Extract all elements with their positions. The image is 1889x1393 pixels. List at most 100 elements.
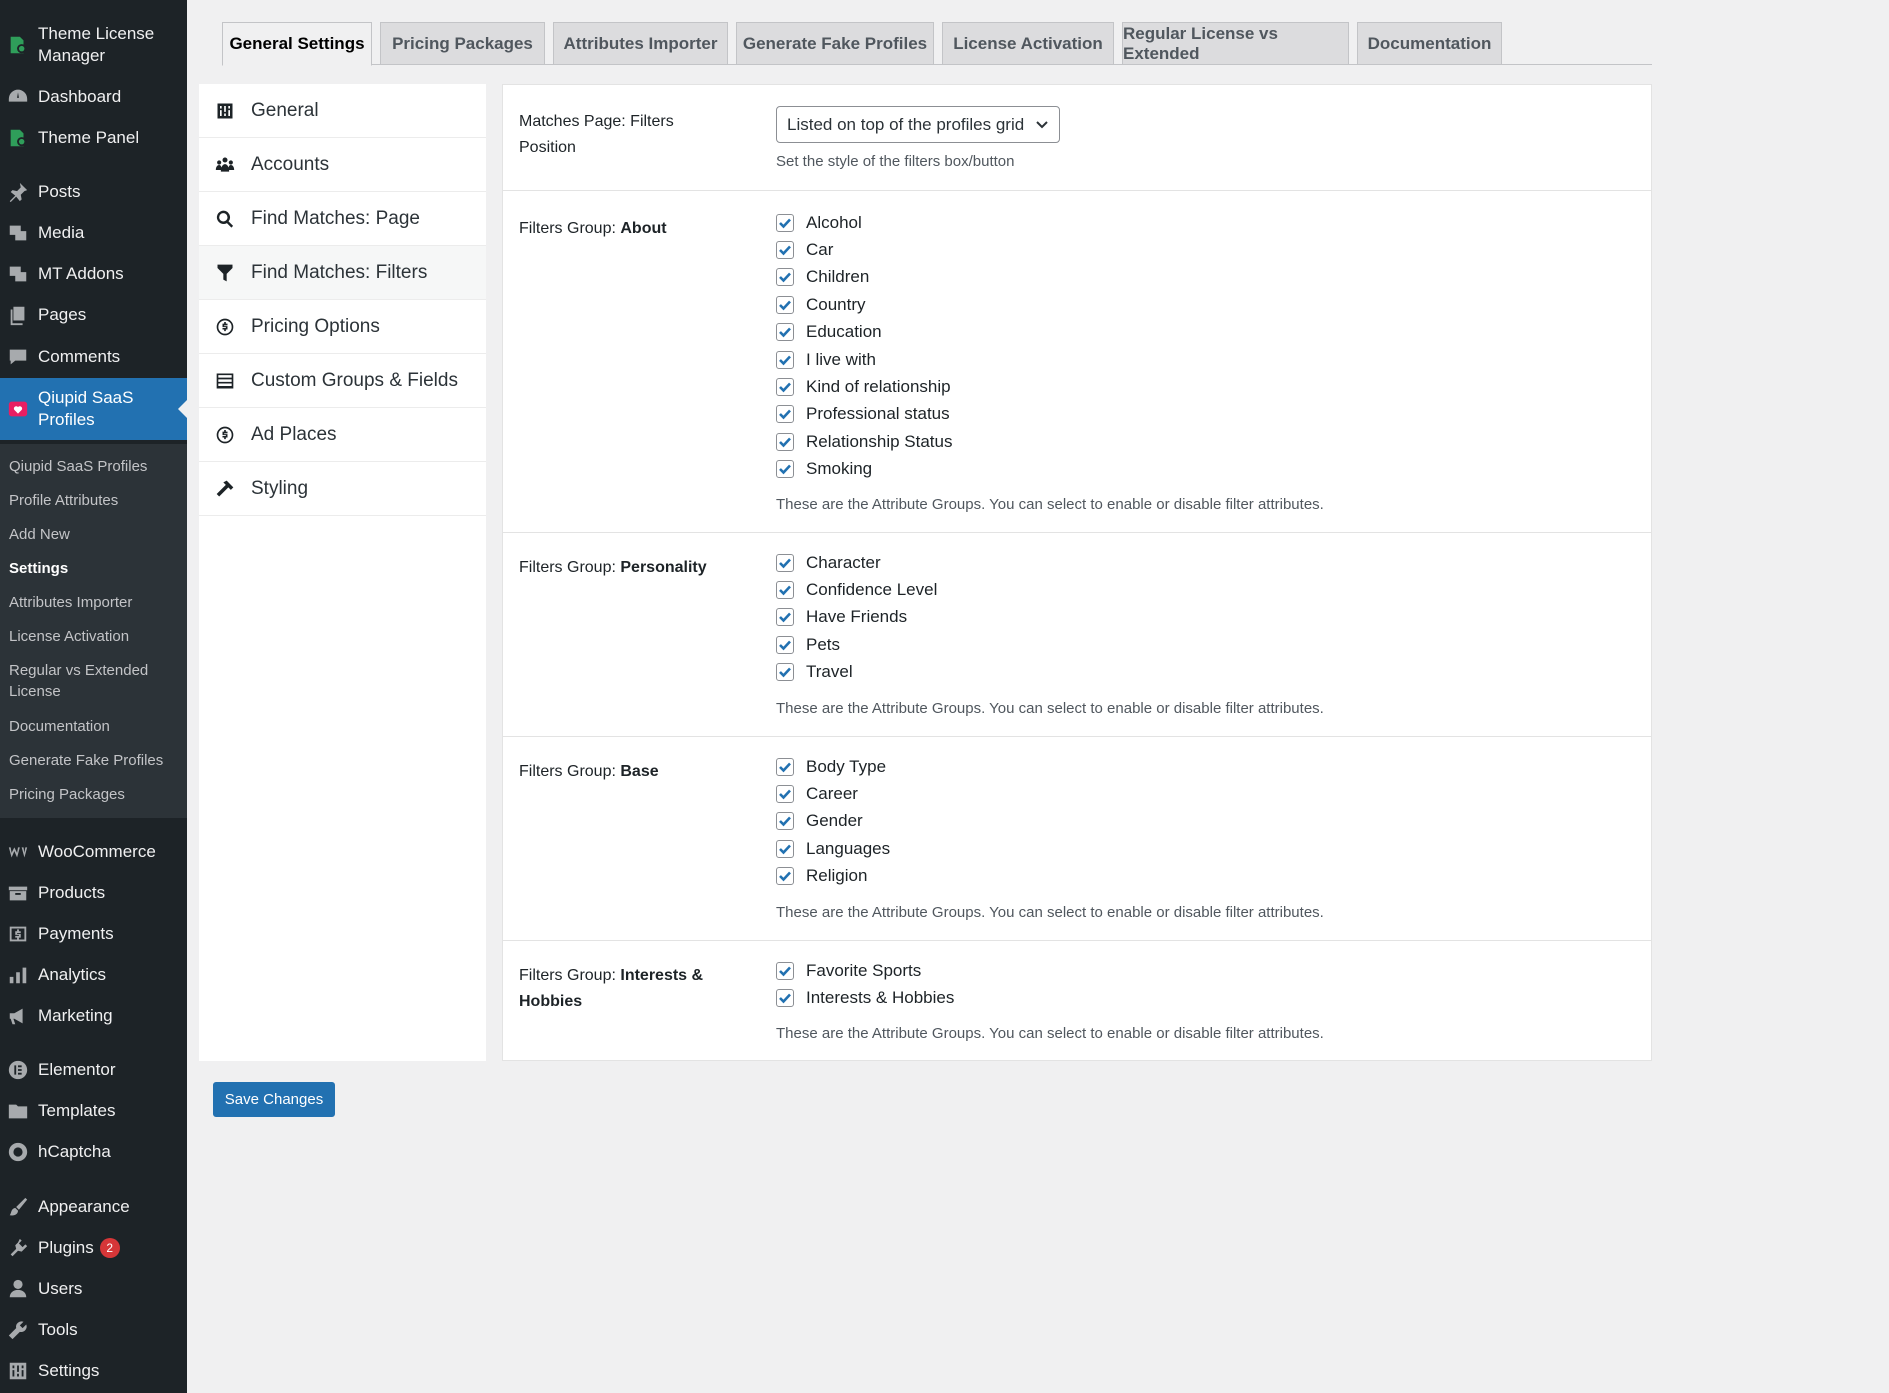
filters-position-label: Matches Page: Filters Position bbox=[519, 113, 674, 156]
menu-settings[interactable]: Settings bbox=[0, 1358, 187, 1384]
admin-sidebar: Theme License Manager Dashboard Theme Pa… bbox=[0, 0, 187, 1393]
nav-general[interactable]: General bbox=[199, 84, 486, 138]
checkbox-checked[interactable] bbox=[776, 867, 794, 886]
theme-license-icon bbox=[4, 31, 32, 59]
checkbox-checked[interactable] bbox=[776, 812, 794, 831]
brush-icon bbox=[4, 1193, 32, 1221]
checkbox-item: Confidence Level bbox=[776, 576, 937, 603]
menu-hcaptcha[interactable]: hCaptcha bbox=[0, 1139, 187, 1165]
checkbox-item: Favorite Sports bbox=[776, 957, 954, 984]
comments-icon bbox=[4, 343, 32, 371]
tab-documentation[interactable]: Documentation bbox=[1357, 22, 1502, 65]
current-menu-arrow bbox=[178, 400, 187, 418]
nav-ad-places[interactable]: Ad Places bbox=[199, 408, 486, 462]
tab-regular-license-vs-extended[interactable]: Regular License vs Extended bbox=[1122, 22, 1349, 65]
tab-pricing-packages[interactable]: Pricing Packages bbox=[380, 22, 545, 65]
menu-products[interactable]: Products bbox=[0, 880, 187, 906]
checkbox-checked[interactable] bbox=[776, 785, 794, 804]
menu-pages[interactable]: Pages bbox=[0, 302, 187, 328]
filters-position-description: Set the style of the filters box/button bbox=[776, 153, 1015, 170]
submenu-pricing-packages[interactable]: Pricing Packages bbox=[9, 784, 179, 805]
checkbox-checked[interactable] bbox=[776, 608, 794, 627]
nav-find-matches-page[interactable]: Find Matches: Page bbox=[199, 192, 486, 246]
checkbox-checked[interactable] bbox=[776, 961, 794, 980]
menu-users[interactable]: Users bbox=[0, 1276, 187, 1302]
menu-elementor[interactable]: Elementor bbox=[0, 1057, 187, 1083]
checkbox-checked[interactable] bbox=[776, 989, 794, 1008]
filters-position-select[interactable]: Listed on top of the profiles grid bbox=[776, 106, 1060, 143]
settings-tabs: General Settings Pricing Packages Attrib… bbox=[222, 22, 1652, 66]
checkbox-checked[interactable] bbox=[776, 663, 794, 682]
tab-general-settings[interactable]: General Settings bbox=[222, 22, 372, 66]
checkbox-checked[interactable] bbox=[776, 432, 794, 451]
checkbox-checked[interactable] bbox=[776, 839, 794, 858]
save-changes-button[interactable]: Save Changes bbox=[213, 1082, 335, 1117]
checkbox-checked[interactable] bbox=[776, 241, 794, 260]
submenu-add-new[interactable]: Add New bbox=[9, 524, 179, 545]
theme-panel-icon bbox=[4, 124, 32, 152]
search-icon bbox=[213, 207, 237, 231]
nav-pricing-options[interactable]: Pricing Options bbox=[199, 300, 486, 354]
filters-position-row: Matches Page: Filters Position Listed on… bbox=[503, 85, 1651, 191]
submenu-generate-fake-profiles[interactable]: Generate Fake Profiles bbox=[9, 750, 179, 771]
submenu-profile-attributes[interactable]: Profile Attributes bbox=[9, 490, 179, 511]
menu-tools[interactable]: Tools bbox=[0, 1317, 187, 1343]
menu-posts[interactable]: Posts bbox=[0, 179, 187, 205]
nav-find-matches-filters[interactable]: Find Matches: Filters bbox=[199, 246, 486, 300]
dollar-icon bbox=[213, 315, 237, 339]
personality-checkbox-list: Character Confidence Level Have Friends … bbox=[776, 549, 937, 686]
menu-marketing[interactable]: Marketing bbox=[0, 1003, 187, 1029]
submenu-regular-vs-extended[interactable]: Regular vs Extended License bbox=[9, 660, 179, 702]
checkbox-checked[interactable] bbox=[776, 268, 794, 287]
submenu-attributes-importer[interactable]: Attributes Importer bbox=[9, 592, 179, 613]
checkbox-checked[interactable] bbox=[776, 460, 794, 479]
tab-generate-fake-profiles[interactable]: Generate Fake Profiles bbox=[736, 22, 934, 65]
checkbox-checked[interactable] bbox=[776, 295, 794, 314]
submenu-documentation[interactable]: Documentation bbox=[9, 716, 179, 737]
checkbox-item: Pets bbox=[776, 631, 937, 658]
menu-woocommerce[interactable]: WooCommerce bbox=[0, 839, 187, 865]
menu-mt-addons[interactable]: MT Addons bbox=[0, 261, 187, 287]
filters-group-about: Filters Group: About Alcohol Car Childre… bbox=[503, 191, 1651, 533]
menu-theme-panel[interactable]: Theme Panel bbox=[0, 125, 187, 151]
accounts-icon bbox=[213, 153, 237, 177]
checkbox-checked[interactable] bbox=[776, 757, 794, 776]
menu-theme-license-manager[interactable]: Theme License Manager bbox=[0, 22, 187, 68]
analytics-icon bbox=[4, 961, 32, 989]
tab-license-activation[interactable]: License Activation bbox=[942, 22, 1114, 65]
filter-icon bbox=[213, 261, 237, 285]
dollar-icon bbox=[213, 423, 237, 447]
checkbox-checked[interactable] bbox=[776, 581, 794, 600]
checkbox-item: I live with bbox=[776, 346, 952, 373]
checkbox-checked[interactable] bbox=[776, 213, 794, 232]
heart-icon bbox=[4, 395, 32, 423]
menu-dashboard[interactable]: Dashboard bbox=[0, 84, 187, 110]
nav-custom-groups-fields[interactable]: Custom Groups & Fields bbox=[199, 354, 486, 408]
submenu-qiupid-saas-profiles[interactable]: Qiupid SaaS Profiles bbox=[9, 456, 179, 477]
menu-plugins[interactable]: Plugins 2 bbox=[0, 1235, 187, 1261]
menu-payments[interactable]: Payments bbox=[0, 921, 187, 947]
nav-styling[interactable]: Styling bbox=[199, 462, 486, 516]
checkbox-checked[interactable] bbox=[776, 635, 794, 654]
checkbox-checked[interactable] bbox=[776, 405, 794, 424]
list-icon bbox=[213, 369, 237, 393]
hcaptcha-icon bbox=[4, 1138, 32, 1166]
checkbox-item: Kind of relationship bbox=[776, 373, 952, 400]
submenu-license-activation[interactable]: License Activation bbox=[9, 626, 179, 647]
menu-analytics[interactable]: Analytics bbox=[0, 962, 187, 988]
menu-media[interactable]: Media bbox=[0, 220, 187, 246]
submenu-settings[interactable]: Settings bbox=[9, 558, 179, 579]
menu-comments[interactable]: Comments bbox=[0, 344, 187, 370]
checkbox-checked[interactable] bbox=[776, 378, 794, 397]
checkbox-checked[interactable] bbox=[776, 350, 794, 369]
about-checkbox-list: Alcohol Car Children Country Education I… bbox=[776, 209, 952, 483]
tab-attributes-importer[interactable]: Attributes Importer bbox=[553, 22, 728, 65]
checkbox-checked[interactable] bbox=[776, 323, 794, 342]
payments-icon bbox=[4, 920, 32, 948]
menu-appearance[interactable]: Appearance bbox=[0, 1194, 187, 1220]
checkbox-checked[interactable] bbox=[776, 553, 794, 572]
nav-accounts[interactable]: Accounts bbox=[199, 138, 486, 192]
menu-templates[interactable]: Templates bbox=[0, 1098, 187, 1124]
menu-qiupid-saas-profiles[interactable]: Qiupid SaaS Profiles bbox=[0, 378, 187, 440]
group-label-base: Filters Group: Base bbox=[519, 763, 659, 780]
